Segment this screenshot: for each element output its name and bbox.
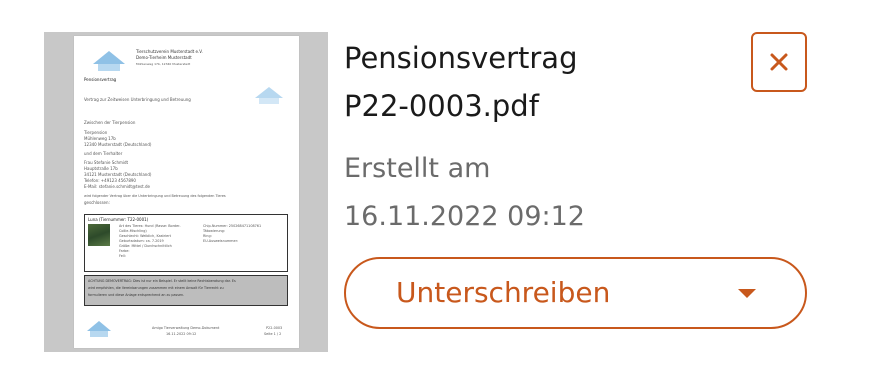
created-date: 16.11.2022 09:12 <box>344 201 585 232</box>
warning-line: ACHTUNG DEMOVERTRAG: Dies ist nur ein Be… <box>88 279 236 283</box>
sign-dropdown-button[interactable]: Unterschreiben <box>344 257 807 329</box>
caret-down-icon <box>738 289 756 298</box>
warning-line: wird empfohlen, die Vereinbarungen zusam… <box>88 286 224 290</box>
demo-warning-box: ACHTUNG DEMOVERTRAG: Dies ist nur ein Be… <box>84 275 288 306</box>
preview-and-owner: und dem Tierhalter <box>84 151 123 156</box>
animal-box: Luna (Tiernummer: T22-0001) Art des Tier… <box>84 214 288 272</box>
footer-code: P22-0003 <box>266 326 283 330</box>
close-icon <box>770 53 788 71</box>
pdf-page-preview: Tierschutzverein Musterstadt e.V. Demo-T… <box>74 36 299 348</box>
warning-line: formulieren und diese Anlage entsprechen… <box>88 293 185 297</box>
preview-owner-street: Hauptstraße 17b <box>84 166 118 171</box>
preview-pension-city: 12340 Musterstadt (Deutschland) <box>84 142 152 147</box>
preview-pension-street: Mühlenweg 17b <box>84 136 116 141</box>
preview-owner-email: E-Mail: stefanie.schmidt@test.de <box>84 184 150 189</box>
preview-owner-city: 34121 Musterstadt (Deutschland) <box>84 172 152 177</box>
logo-house-right-icon <box>255 87 283 104</box>
logo-house-icon <box>93 51 125 71</box>
org-name: Tierschutzverein Musterstadt e.V. <box>136 49 203 54</box>
preview-owner-phone: Telefon: +49123 4567890 <box>84 178 136 183</box>
footer-text: Amigo Tierverwaltung Demo-Dokument <box>152 326 220 330</box>
document-title: Pensionsvertrag <box>344 41 578 75</box>
preview-agreement-1: wird folgender Vertrag über die Unterbri… <box>84 194 226 198</box>
preview-subheading: Vertrag zur Zeitweisen Unterbringung und… <box>84 97 191 102</box>
org-subname: Demo-Tierheim Musterstadt <box>136 55 192 60</box>
preview-pension-name: Tierpension <box>84 130 108 135</box>
org-address: Mühlenweg 17b, 12340 Musterstadt <box>136 62 191 66</box>
preview-owner-name: Frau Stefanie Schmidt <box>84 160 129 165</box>
footer-logo-icon <box>87 321 111 337</box>
close-button[interactable] <box>751 32 807 92</box>
document-thumbnail[interactable]: Tierschutzverein Musterstadt e.V. Demo-T… <box>44 32 328 352</box>
document-filename: P22-0003.pdf <box>344 89 539 123</box>
animal-name: Luna (Tiernummer: T22-0001) <box>88 217 149 222</box>
footer-date: 16.11.2022 09:12 <box>166 332 197 336</box>
sign-button-label: Unterschreiben <box>396 276 611 309</box>
preview-between: Zwischen der Tierpension <box>84 120 136 125</box>
created-label: Erstellt am <box>344 153 491 184</box>
chip-row: EU-Ausweisnummer: <box>203 239 239 243</box>
footer-page: Seite 1 / 2 <box>264 332 282 336</box>
animal-photo <box>88 224 110 246</box>
animal-row: Fell: <box>119 254 126 258</box>
preview-heading: Pensionsvertrag <box>84 77 117 82</box>
preview-agreement-2: geschlossen: <box>84 200 110 205</box>
